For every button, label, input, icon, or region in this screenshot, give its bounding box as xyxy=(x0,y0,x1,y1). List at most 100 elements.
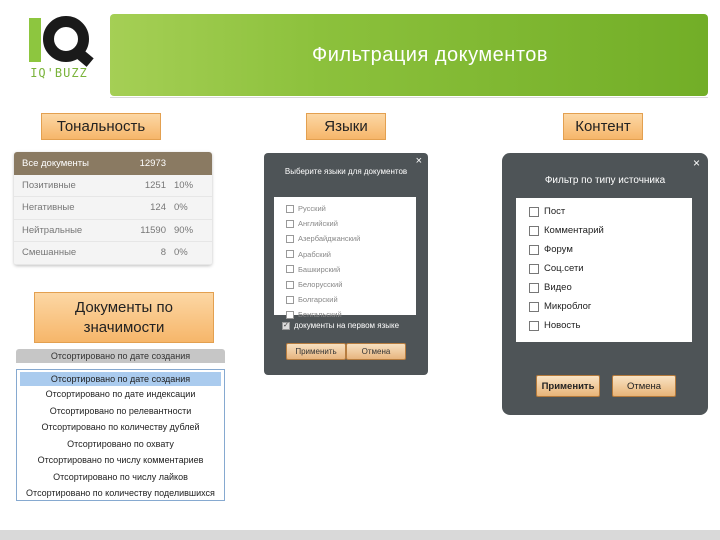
checkbox[interactable] xyxy=(529,282,539,293)
tonality-percent: 10% xyxy=(174,179,194,191)
language-option[interactable]: Русский xyxy=(274,201,416,216)
source-type-option[interactable]: Пост xyxy=(516,202,692,221)
first-language-option[interactable]: ✓ документы на первом языке xyxy=(282,321,399,330)
first-language-label: документы на первом языке xyxy=(294,321,400,330)
tonality-percent: 90% xyxy=(174,224,194,236)
tonality-count: 124 xyxy=(150,202,166,214)
source-type-option[interactable]: Комментарий xyxy=(516,221,692,240)
tonality-count: 11590 xyxy=(140,224,166,236)
checkbox[interactable] xyxy=(286,219,294,228)
tonality-name: Смешанные xyxy=(22,247,77,259)
tonality-row-negative[interactable]: Негативные 124 0% xyxy=(14,197,212,220)
source-types-list: Пост Комментарий Форум Соц.сети Видео Ми… xyxy=(516,198,692,342)
content-dialog-title: Фильтр по типу источника xyxy=(544,175,666,186)
footer-bar xyxy=(0,530,720,540)
source-type-label: Микроблог xyxy=(544,301,592,312)
label-languages: Языки xyxy=(306,113,386,140)
language-label: Башкирский xyxy=(298,264,341,274)
source-type-option[interactable]: Микроблог xyxy=(516,297,692,316)
logo-mark xyxy=(12,12,106,62)
checkbox[interactable] xyxy=(286,234,294,243)
tonality-row-neutral[interactable]: Нейтральные 11590 90% xyxy=(14,219,212,242)
language-label: Русский xyxy=(298,204,326,214)
language-option[interactable]: Арабский xyxy=(274,247,416,262)
sort-option[interactable]: Отсортировано по дате создания xyxy=(20,372,221,386)
close-icon[interactable]: × xyxy=(416,155,422,167)
label-importance: Документы по значимости xyxy=(34,292,214,343)
checkbox[interactable] xyxy=(286,204,294,213)
checkbox[interactable] xyxy=(529,263,539,274)
checkbox[interactable] xyxy=(286,250,294,259)
tonality-row-mixed[interactable]: Смешанные 8 0% xyxy=(14,242,212,265)
sort-option[interactable]: Отсортировано по числу лайков xyxy=(17,469,224,486)
checkbox[interactable] xyxy=(286,280,294,289)
apply-button[interactable]: Применить xyxy=(536,375,600,397)
tonality-percent: 0% xyxy=(174,202,188,214)
checkbox-checked[interactable]: ✓ xyxy=(282,321,290,330)
tonality-row-positive[interactable]: Позитивные 1251 10% xyxy=(14,174,212,197)
language-option[interactable]: Английский xyxy=(274,216,416,231)
checkbox[interactable] xyxy=(286,295,294,304)
logo-letter-i xyxy=(29,18,41,62)
sort-option[interactable]: Отсортировано по релевантности xyxy=(17,403,224,420)
label-tonality: Тональность xyxy=(41,113,161,140)
tonality-count: 1251 xyxy=(144,179,166,191)
languages-dialog: × Выберите языки для документов Русский … xyxy=(264,153,428,375)
language-label: Азербайджанский xyxy=(298,234,361,244)
language-option[interactable]: Белорусский xyxy=(274,277,416,292)
source-type-option[interactable]: Соц.сети xyxy=(516,259,692,278)
label-content: Контент xyxy=(563,113,643,140)
language-option[interactable]: Башкирский xyxy=(274,262,416,277)
checkbox[interactable] xyxy=(529,225,539,236)
cancel-button[interactable]: Отмена xyxy=(346,343,406,360)
checkbox[interactable] xyxy=(286,265,294,274)
sort-option[interactable]: Отсортировано по дате индексации xyxy=(17,386,224,403)
checkbox[interactable] xyxy=(529,206,539,217)
checkbox[interactable] xyxy=(529,320,539,331)
source-type-label: Комментарий xyxy=(544,225,604,236)
sort-options-list: Отсортировано по дате создания Отсортиро… xyxy=(16,369,225,501)
source-type-option[interactable]: Новость xyxy=(516,316,692,335)
languages-list: Русский Английский Азербайджанский Арабс… xyxy=(274,197,416,319)
sort-select[interactable]: Отсортировано по дате создания xyxy=(16,349,225,363)
language-option[interactable]: Азербайджанский xyxy=(274,231,416,246)
source-type-option[interactable]: Форум xyxy=(516,240,692,259)
source-type-label: Соц.сети xyxy=(544,263,584,274)
tonality-name: Нейтральные xyxy=(22,224,83,236)
page-title: Фильтрация документов xyxy=(312,43,548,66)
language-label: Арабский xyxy=(298,249,331,259)
language-label: Белорусский xyxy=(298,280,343,290)
header-divider xyxy=(110,97,708,98)
source-type-label: Пост xyxy=(544,206,566,217)
sort-option[interactable]: Отсортировано по числу комментариев xyxy=(17,452,224,469)
tonality-count: 12973 xyxy=(139,157,166,169)
sort-option[interactable]: Отсортировано по количеству дублей xyxy=(17,419,224,436)
tonality-name: Все документы xyxy=(22,157,89,169)
checkbox[interactable] xyxy=(529,244,539,255)
language-option[interactable]: Болгарский xyxy=(274,292,416,307)
tonality-percent: 0% xyxy=(174,247,188,259)
checkbox[interactable] xyxy=(286,310,294,319)
language-label: Английский xyxy=(298,219,338,229)
language-label: Бенгальский xyxy=(298,310,342,320)
source-type-option[interactable]: Видео xyxy=(516,278,692,297)
sort-option[interactable]: Отсортировано по количеству поделившихся xyxy=(17,485,224,502)
iqbuzz-logo: IQ'BUZZ xyxy=(12,12,106,84)
checkbox[interactable] xyxy=(529,301,539,312)
content-dialog: × Фильтр по типу источника Пост Коммента… xyxy=(502,153,708,415)
language-label: Болгарский xyxy=(298,295,338,305)
tonality-row-all[interactable]: Все документы 12973 xyxy=(14,152,212,175)
tonality-name: Негативные xyxy=(22,202,75,214)
logo-text: IQ'BUZZ xyxy=(30,66,88,80)
close-icon[interactable]: × xyxy=(693,156,700,170)
apply-button[interactable]: Применить xyxy=(286,343,346,360)
tonality-table: Все документы 12973 Позитивные 1251 10% … xyxy=(14,152,212,265)
languages-dialog-title: Выберите языки для документов xyxy=(284,167,408,176)
header-banner: Фильтрация документов xyxy=(110,14,708,96)
sort-option[interactable]: Отсортировано по охвату xyxy=(17,436,224,453)
source-type-label: Новость xyxy=(544,320,581,331)
cancel-button[interactable]: Отмена xyxy=(612,375,676,397)
tonality-name: Позитивные xyxy=(22,179,76,191)
source-type-label: Видео xyxy=(544,282,572,293)
logo-letter-q xyxy=(43,16,89,62)
